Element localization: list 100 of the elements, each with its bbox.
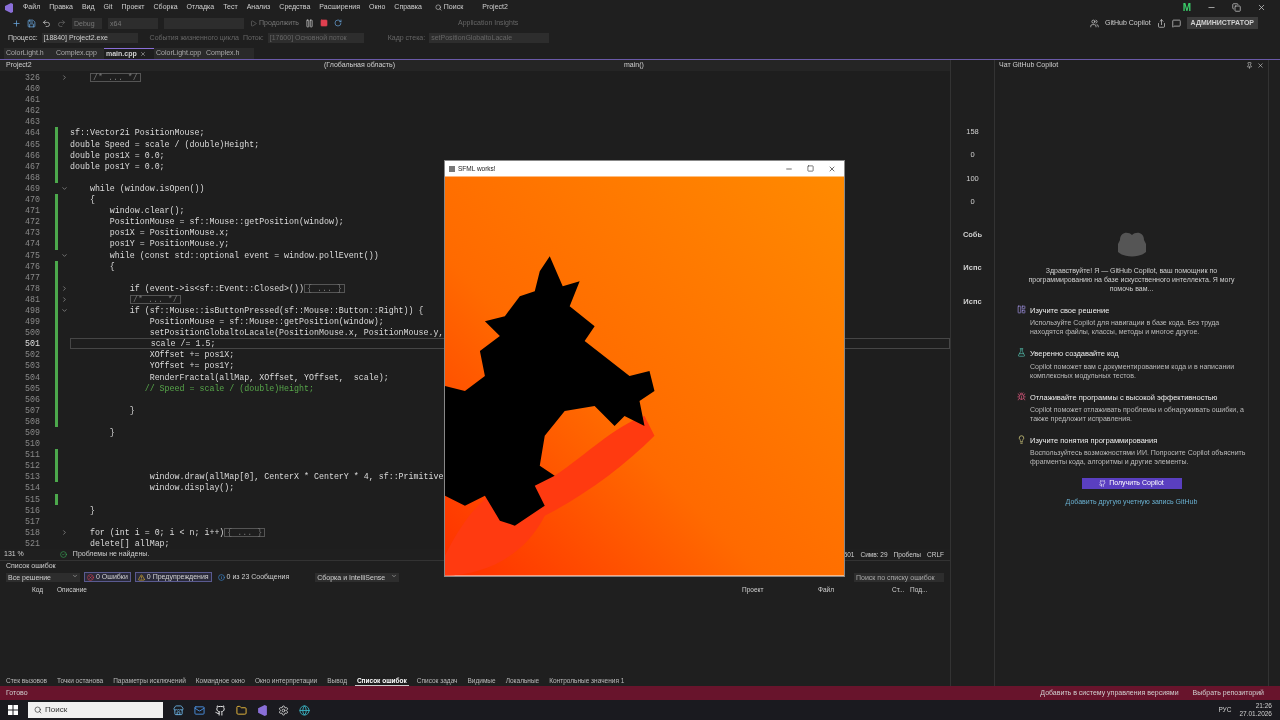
line-number: 521 — [24, 537, 40, 550]
search-icon — [34, 706, 42, 714]
collapse-icon[interactable] — [60, 251, 68, 259]
line-number: 464 — [24, 127, 40, 139]
line-number: 507 — [24, 404, 40, 416]
panel-icon — [1017, 305, 1026, 314]
code-line: } — [128, 404, 135, 416]
add-icon[interactable] — [12, 18, 21, 28]
expand-icon[interactable] — [60, 295, 68, 303]
check-icon — [59, 551, 67, 559]
code-line: YOffset += pos1Y; — [148, 360, 235, 372]
close-icon[interactable] — [1257, 61, 1264, 69]
line-number: 515 — [24, 493, 40, 505]
expand-icon[interactable] — [60, 284, 68, 292]
search-field[interactable]: Поиск — [28, 702, 163, 718]
restart-icon[interactable] — [334, 19, 343, 27]
browser-icon[interactable] — [299, 704, 310, 716]
flask-icon — [1017, 348, 1026, 358]
code-line: setPositionGlobaltoLacale(PositionMouse.x, PositionMouse.y, — [148, 327, 444, 339]
code-line: window.draw(allMap[0], CenterX * CenterY * 4, sf::Primitive — [148, 471, 444, 483]
undo-icon[interactable] — [42, 18, 51, 28]
code-line: RenderFractal(allMap, XOffset, YOffset, scale); — [148, 371, 389, 383]
maximize-icon[interactable] — [807, 164, 814, 172]
line-number: 473 — [24, 227, 40, 239]
line-number: 504 — [24, 371, 40, 383]
folder-icon[interactable] — [236, 704, 247, 716]
account-initial: M — [1182, 1, 1191, 15]
pin-icon[interactable] — [1246, 61, 1253, 69]
folded-code-indicator[interactable]: { ... } — [224, 527, 266, 537]
line-number: 517 — [24, 515, 40, 527]
line-number: 505 — [24, 382, 40, 394]
line-number: 468 — [24, 171, 40, 183]
line-number: 503 — [24, 360, 40, 372]
store-icon[interactable] — [173, 704, 184, 716]
stop-icon[interactable] — [320, 19, 329, 27]
line-number: 501 — [24, 338, 40, 350]
line-number: 477 — [24, 271, 40, 283]
code-line: window.clear(); — [108, 205, 185, 217]
collapse-icon[interactable] — [60, 185, 68, 192]
line-number: 474 — [24, 238, 40, 250]
window-icon — [449, 165, 455, 172]
code-line: scale /= 1.5; — [149, 338, 216, 350]
code-line: { — [88, 194, 95, 206]
collapse-icon[interactable] — [60, 307, 68, 314]
line-number: 514 — [24, 482, 40, 494]
code-line: if (event->is<sf::Event::Closed>()) — [128, 282, 304, 294]
line-number: 516 — [24, 504, 40, 516]
copilot-logo-icon — [1115, 230, 1148, 258]
restore-icon[interactable] — [1232, 3, 1241, 12]
search-icon — [434, 4, 442, 11]
feedback-icon[interactable] — [1171, 18, 1181, 28]
folded-code-indicator[interactable]: { ... } — [304, 283, 345, 293]
code-line: } — [88, 504, 95, 516]
play-icon — [250, 19, 257, 27]
line-number: 498 — [24, 304, 40, 317]
folded-code-indicator[interactable]: /* ... */ — [130, 294, 181, 304]
code-line: double pos1X = 0.0; — [70, 149, 165, 161]
line-number: 518 — [24, 526, 40, 538]
line-number: 465 — [24, 138, 40, 150]
code-line: delete[] allMap; — [88, 537, 170, 550]
warning-icon — [137, 573, 145, 581]
visual-studio-icon[interactable] — [257, 704, 268, 716]
line-number: 469 — [24, 182, 40, 195]
expand-icon[interactable] — [60, 528, 68, 536]
line-number: 481 — [24, 293, 40, 305]
settings-icon[interactable] — [278, 704, 289, 716]
expand-icon[interactable] — [60, 74, 68, 82]
line-number: 513 — [24, 471, 40, 483]
close-icon[interactable] — [1257, 3, 1266, 12]
line-number: 506 — [24, 393, 40, 405]
github-icon[interactable] — [215, 704, 226, 716]
start-icon[interactable] — [8, 705, 18, 715]
line-number: 499 — [24, 316, 40, 328]
chevron-down-icon — [391, 572, 398, 579]
code-line: PositionMouse = sf::Mouse::getPosition(window); — [148, 316, 384, 328]
line-number: 326 — [24, 72, 40, 84]
info-icon — [217, 573, 225, 581]
line-number: 463 — [24, 116, 40, 128]
line-number: 510 — [24, 438, 40, 450]
code-line: window.display(); — [148, 482, 235, 494]
line-number: 476 — [24, 260, 40, 272]
close-icon[interactable] — [828, 164, 836, 173]
mail-icon[interactable] — [194, 704, 205, 716]
share-icon[interactable] — [1156, 18, 1166, 28]
line-number: 512 — [24, 460, 40, 472]
line-number: 462 — [24, 105, 40, 117]
pause-icon[interactable] — [305, 18, 315, 28]
code-line: if (sf::Mouse::isButtonPressed(sf::Mouse::Button::Right)) { — [128, 304, 424, 317]
people-icon[interactable] — [1090, 18, 1100, 28]
line-number: 467 — [24, 160, 40, 172]
code-line: while (window.isOpen()) — [88, 182, 205, 195]
code-line: double Speed = scale / (double)Height; — [70, 138, 260, 150]
close-icon[interactable] — [139, 51, 146, 57]
line-number: 472 — [24, 216, 40, 228]
save-icon[interactable] — [27, 18, 36, 28]
code-line: sf::Vector2i PositionMouse; — [70, 127, 205, 139]
line-number: 511 — [24, 449, 40, 461]
code-line: for (int i = 0; i < n; i++) — [88, 526, 225, 538]
code-line: } — [108, 427, 115, 439]
folded-code-indicator[interactable]: /* ... */ — [90, 73, 141, 83]
